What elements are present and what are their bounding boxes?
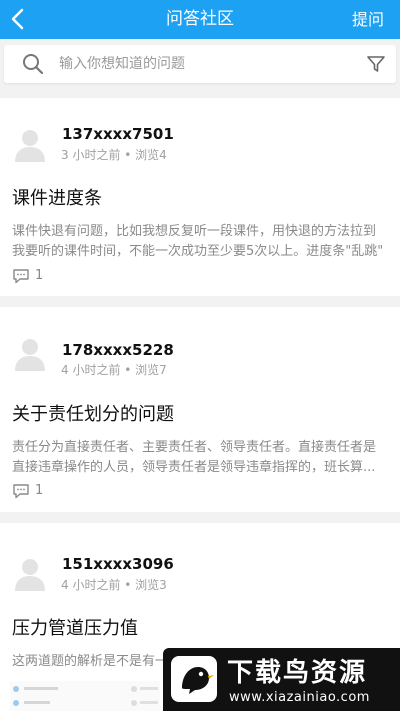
question-author: 178xxxx5228 (62, 341, 174, 359)
question-meta: 3 小时之前 • 浏览4 (61, 148, 167, 162)
search-area: 输入你想知道的问题 (0, 39, 400, 87)
ask-question-button[interactable]: 提问 (352, 0, 384, 39)
search-icon (22, 53, 44, 75)
nav-bar: 问答社区 提问 (0, 0, 400, 39)
question-body: 责任分为直接责任者、主要责任者、领导责任者。直接责任者是直接违章操作的人员，领导… (12, 440, 377, 475)
question-card[interactable]: 178xxxx5228 4 小时之前 • 浏览7 关于责任划分的问题 责任分为直… (0, 307, 400, 512)
watermark-title: 下载鸟资源 (227, 658, 368, 688)
comment-count: 1 (35, 483, 44, 498)
question-title[interactable]: 压力管道压力值 (12, 614, 138, 640)
question-title[interactable]: 课件进度条 (12, 184, 102, 210)
comment-icon[interactable] (12, 483, 32, 501)
avatar (12, 555, 48, 591)
avatar (12, 126, 48, 162)
question-card[interactable]: 137xxxx7501 3 小时之前 • 浏览4 课件进度条 课件快退有问题，比… (0, 98, 400, 296)
search-placeholder: 输入你想知道的问题 (59, 56, 185, 72)
page-title: 问答社区 (166, 9, 234, 29)
search-input[interactable]: 输入你想知道的问题 (4, 45, 396, 83)
question-meta: 4 小时之前 • 浏览7 (61, 363, 167, 377)
avatar (12, 335, 48, 371)
question-title[interactable]: 关于责任划分的问题 (12, 400, 174, 426)
comment-icon[interactable] (12, 268, 32, 286)
question-author: 137xxxx7501 (62, 125, 174, 143)
comment-count: 1 (35, 268, 44, 283)
question-meta: 4 小时之前 • 浏览3 (61, 578, 167, 592)
question-author: 151xxxx3096 (62, 555, 174, 573)
bird-logo-icon (169, 654, 219, 704)
filter-icon[interactable] (366, 54, 386, 74)
watermark-url: www.xiazainiao.com (229, 690, 370, 705)
attached-image-thumbnail[interactable] (10, 681, 160, 711)
question-body: 课件快退有问题，比如我想反复听一段课件，用快退的方法拉到我要听的课件时间，不能一… (12, 224, 384, 259)
watermark-banner: 下载鸟资源 www.xiazainiao.com (163, 648, 400, 711)
